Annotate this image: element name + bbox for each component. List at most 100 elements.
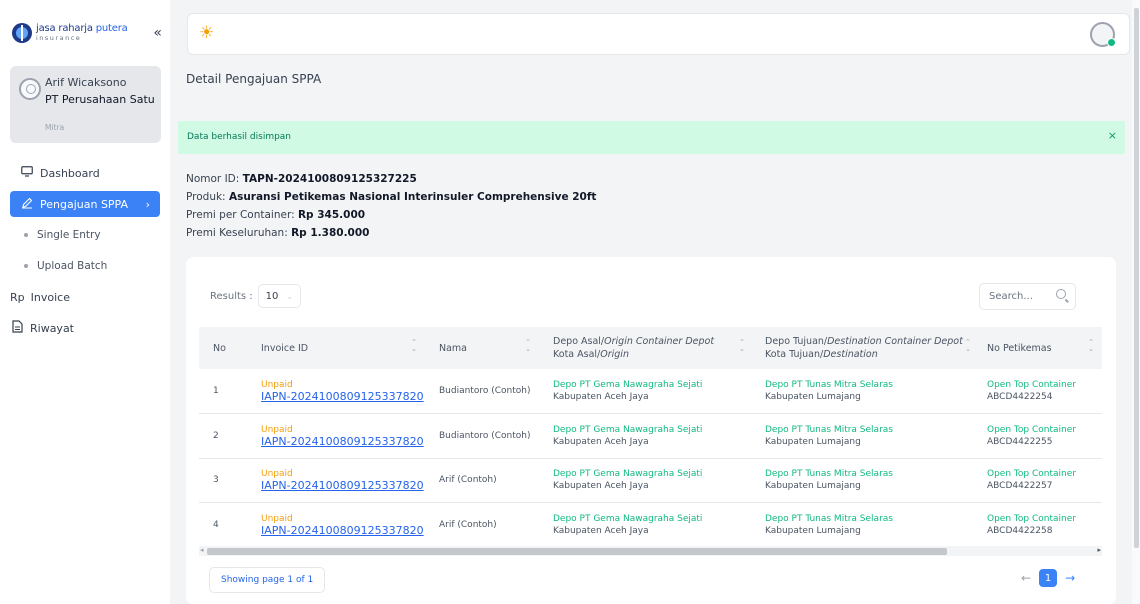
kota-asal-name: Kabupaten Aceh Jaya — [553, 481, 649, 492]
page-info: Showing page 1 of 1 — [209, 567, 326, 593]
sidebar: jasa raharja putera insurance « Arif Wic… — [0, 0, 170, 604]
search-input[interactable] — [980, 284, 1050, 309]
invoice-link[interactable]: IAPN-2024100809125337820 — [261, 524, 425, 537]
user-name: Arif Wicaksono — [45, 76, 127, 89]
sort-icon[interactable]: ⌃ ⌄ — [965, 339, 971, 353]
invoice-link[interactable]: IAPN-2024100809125337820 — [261, 391, 425, 403]
sidebar-item-label: Riwayat — [30, 321, 74, 335]
kota-tujuan-name: Kabupaten Lumajang — [765, 525, 861, 536]
cell-depo-tujuan: Depo PT Tunas Mitra Selaras Kabupaten Lum… — [751, 503, 973, 548]
nomor-id-row: Nomor ID: TAPN-2024100809125327225 — [186, 173, 417, 185]
sidebar-item-label: Single Entry — [37, 229, 101, 241]
produk-value: Asuransi Petikemas Nasional Interinsuler… — [228, 191, 597, 203]
sidebar-item-riwayat[interactable]: Riwayat — [10, 315, 160, 341]
rupiah-icon: Rp — [10, 290, 25, 304]
container-number: ABCD4422255 — [987, 436, 1053, 447]
chevron-right-icon: › — [145, 197, 150, 211]
table-row: 4 Unpaid IAPN-2024100809125337820 Arif (Con… — [199, 503, 1102, 548]
results-select[interactable]: 10 ⌄ — [257, 284, 301, 308]
premi-container-row: Premi per Container: Rp 345.000 — [186, 209, 366, 221]
scroll-right-icon[interactable]: ▸ — [1097, 546, 1101, 554]
produk-row: Produk: Asuransi Petikemas Nasional Inte… — [186, 191, 597, 203]
scroll-left-icon[interactable]: ◂ — [200, 546, 204, 554]
premi-total-value: Rp 1.380.000 — [291, 227, 370, 239]
horizontal-scrollbar[interactable]: ◂ ▸ — [199, 546, 1102, 556]
sidebar-subitem-single-entry[interactable]: Single Entry — [10, 222, 160, 248]
sidebar-item-label: Dashboard — [40, 166, 100, 180]
col-header-depo-asal[interactable]: Depo Asal/Origin Container Depot Kota As… — [539, 327, 751, 369]
cell-petikemas: Open Top Container ABCD4422254 — [973, 369, 1102, 414]
collapse-sidebar-icon[interactable]: « — [153, 25, 162, 41]
profile-avatar-icon[interactable] — [1090, 22, 1116, 47]
cell-depo-asal: Depo PT Gema Nawagraha Sejati Kabupaten A… — [539, 503, 751, 548]
col-header-nama[interactable]: Nama ⌃ ⌄ — [425, 327, 539, 369]
sidebar-item-label: Upload Batch — [37, 260, 108, 272]
table-header-row: No Invoice ID ⌃ ⌄ Nama ⌃ ⌄ Depo Asal/Origin … — [199, 327, 1102, 369]
premi-container-value: Rp 345.000 — [297, 209, 366, 221]
theme-toggle-sun-icon[interactable]: ☀ — [199, 25, 214, 42]
sort-icon[interactable]: ⌃ ⌄ — [411, 339, 417, 353]
sort-icon[interactable]: ⌃ ⌄ — [739, 339, 745, 353]
status-badge: Unpaid — [261, 424, 293, 435]
sort-icon[interactable]: ⌃ ⌄ — [1088, 339, 1094, 353]
table-card: Results : 10 ⌄ No Invoice ID⌃⌄ Nama⌃⌄ De… — [186, 257, 1116, 604]
col-header-petikemas[interactable]: No Petikemas ⌃ ⌄ — [973, 327, 1102, 369]
user-avatar-icon — [19, 78, 41, 100]
sidebar-item-dashboard[interactable]: Dashboard — [10, 160, 160, 186]
container-number: ABCD4422257 — [987, 481, 1053, 492]
next-page-icon[interactable]: → — [1065, 571, 1075, 585]
kota-asal-name: Kabupaten Aceh Jaya — [553, 436, 649, 447]
cell-no: 2 — [213, 430, 219, 441]
table-row: 1 Unpaid IAPN-2024100809125337820 Budiantor… — [199, 369, 1102, 414]
container-type: Open Top Container — [987, 424, 1076, 435]
search-icon[interactable] — [1056, 289, 1066, 299]
depo-tujuan-name: Depo PT Tunas Mitra Selaras — [765, 513, 893, 524]
cell-petikemas: Open Top Container ABCD4422255 — [973, 414, 1102, 459]
depo-asal-name: Depo PT Gema Nawagraha Sejati — [553, 424, 703, 435]
sort-icon[interactable]: ⌃ ⌄ — [525, 339, 531, 353]
user-company: PT Perusahaan Satu — [45, 93, 155, 106]
cell-nama: Arif (Contoh) — [439, 475, 497, 486]
invoice-link[interactable]: IAPN-2024100809125337820 — [261, 435, 425, 448]
depo-asal-name: Depo PT Gema Nawagraha Sejati — [553, 380, 703, 390]
cell-depo-tujuan: Depo PT Tunas Mitra Selaras Kabupaten Lum… — [751, 414, 973, 459]
scrollbar-thumb[interactable] — [207, 548, 947, 555]
col-header-depo-tujuan[interactable]: Depo Tujuan/Destination Container Depot … — [751, 327, 973, 369]
cell-invoice: Unpaid IAPN-2024100809125337820 — [247, 458, 425, 503]
premi-total-row: Premi Keseluruhan: Rp 1.380.000 — [186, 227, 370, 239]
results-label: Results : — [210, 290, 253, 302]
logo-accent-text: putera — [92, 23, 128, 35]
cell-depo-asal: Depo PT Gema Nawagraha Sejati Kabupaten A… — [539, 369, 751, 414]
cell-petikemas: Open Top Container ABCD4422257 — [973, 458, 1102, 503]
cell-nama: Budiantoro (Contoh) — [439, 430, 531, 441]
cell-petikemas: Open Top Container ABCD4422258 — [973, 503, 1102, 548]
prev-page-icon[interactable]: ← — [1021, 571, 1031, 585]
close-icon[interactable]: × — [1108, 129, 1117, 142]
depo-tujuan-name: Depo PT Tunas Mitra Selaras — [765, 469, 893, 480]
cell-invoice: Unpaid IAPN-2024100809125337820 — [247, 414, 425, 459]
chevron-down-icon: ⌄ — [286, 291, 294, 301]
col-header-invoice[interactable]: Invoice ID ⌃ ⌄ — [247, 327, 425, 369]
sidebar-subitem-upload-batch[interactable]: Upload Batch — [10, 253, 160, 279]
bullet-icon — [24, 264, 28, 268]
logo-main-text: jasa raharja — [36, 23, 93, 35]
vertical-scrollbar[interactable] — [1132, 0, 1140, 604]
scrollbar-thumb[interactable] — [1134, 8, 1139, 548]
logo-mark-icon — [12, 23, 32, 43]
pagination: ← 1 → — [1021, 569, 1075, 587]
user-card: Arif Wicaksono PT Perusahaan Satu Mitra — [10, 66, 161, 143]
alert-message: Data berhasil disimpan — [187, 132, 292, 142]
page-button-1[interactable]: 1 — [1039, 569, 1058, 587]
col-header-no: No — [213, 342, 226, 354]
depo-asal-name: Depo PT Gema Nawagraha Sejati — [553, 469, 703, 480]
kota-tujuan-name: Kabupaten Lumajang — [765, 392, 861, 402]
sidebar-item-pengajuan-sppa[interactable]: Pengajuan SPPA › — [10, 191, 160, 217]
success-alert: Data berhasil disimpan × — [178, 121, 1125, 154]
invoice-link[interactable]: IAPN-2024100809125337820 — [261, 480, 425, 492]
sidebar-item-invoice[interactable]: Rp Invoice — [10, 284, 160, 310]
monitor-icon — [20, 166, 34, 180]
table-row: 2 Unpaid IAPN-2024100809125337820 Budiantor… — [199, 414, 1102, 459]
results-per-page: Results : 10 ⌄ — [210, 284, 301, 308]
search-box — [979, 283, 1076, 310]
cell-no: 4 — [213, 519, 219, 530]
